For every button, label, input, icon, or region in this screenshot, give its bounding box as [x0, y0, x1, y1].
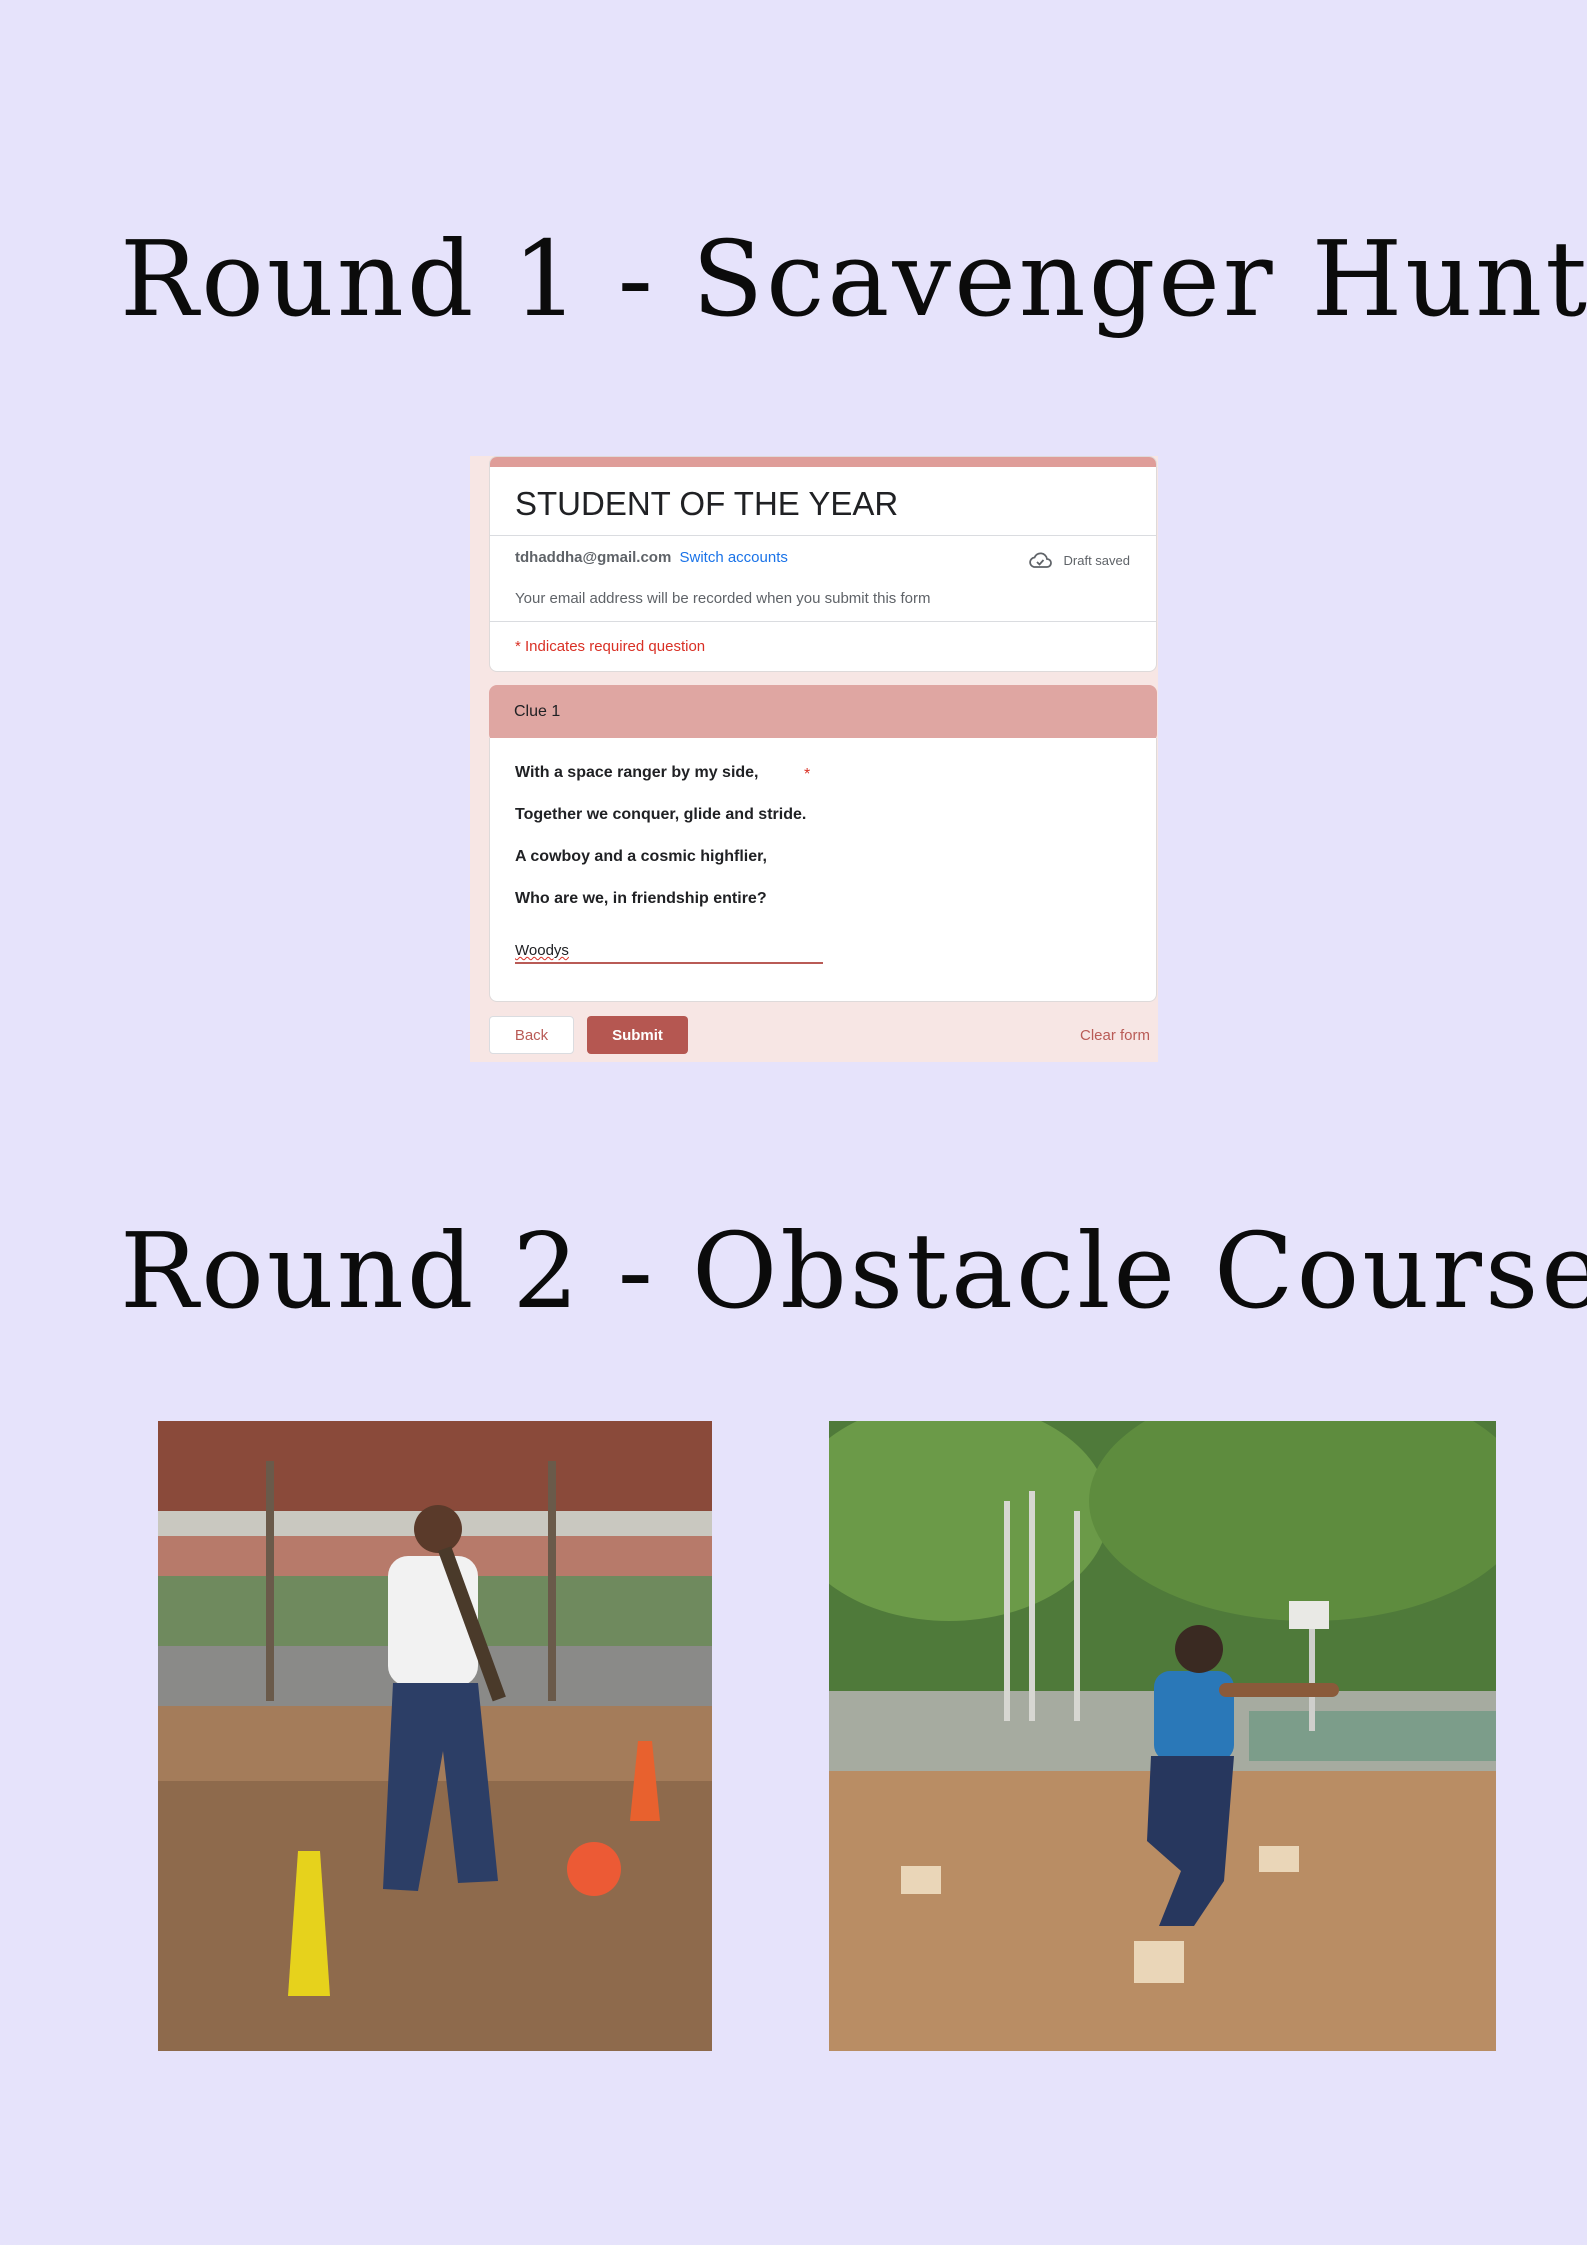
form-title: STUDENT OF THE YEAR	[515, 485, 899, 522]
answer-input[interactable]: Woodys	[515, 942, 823, 964]
round-1-heading: Round 1 - Scavenger Hunt	[120, 218, 1587, 340]
form-header-card: STUDENT OF THE YEAR tdhaddha@gmail.com S…	[489, 456, 1157, 672]
required-note: * Indicates required question	[515, 638, 706, 655]
submit-button[interactable]: Submit	[587, 1016, 688, 1054]
photo-cone-dribbling-image	[158, 1421, 712, 2051]
back-button[interactable]: Back	[489, 1016, 574, 1054]
question-line: Together we conquer, glide and stride.	[515, 806, 807, 823]
cloud-check-icon	[1028, 552, 1052, 568]
draft-status: Draft saved	[1028, 551, 1130, 569]
question-line: Who are we, in friendship entire?	[515, 890, 767, 907]
divider	[490, 535, 1156, 536]
question-line: A cowboy and a cosmic highflier,	[515, 848, 767, 865]
round-2-heading: Round 2 - Obstacle Course	[120, 1210, 1587, 1332]
form-accent-bar	[490, 457, 1156, 467]
switch-accounts-link[interactable]: Switch accounts	[679, 549, 787, 566]
question-card: With a space ranger by my side, * Togeth…	[489, 738, 1157, 1002]
section-header: Clue 1	[489, 685, 1157, 742]
divider	[490, 621, 1156, 622]
question-line: With a space ranger by my side,	[515, 764, 759, 781]
account-line: tdhaddha@gmail.com Switch accounts	[515, 549, 788, 566]
draft-status-text: Draft saved	[1063, 552, 1130, 568]
form-screenshot: STUDENT OF THE YEAR tdhaddha@gmail.com S…	[470, 456, 1158, 1062]
email-record-note: Your email address will be recorded when…	[515, 590, 931, 607]
photo-cone-dribbling	[158, 1421, 712, 2051]
required-marker: *	[804, 766, 811, 783]
photo-brick-balance	[829, 1421, 1496, 2051]
clear-form-button[interactable]: Clear form	[1080, 1027, 1150, 1044]
photo-brick-balance-image	[829, 1421, 1496, 2051]
answer-value: Woodys	[515, 942, 569, 959]
account-email: tdhaddha@gmail.com	[515, 549, 672, 566]
section-title: Clue 1	[514, 703, 561, 720]
